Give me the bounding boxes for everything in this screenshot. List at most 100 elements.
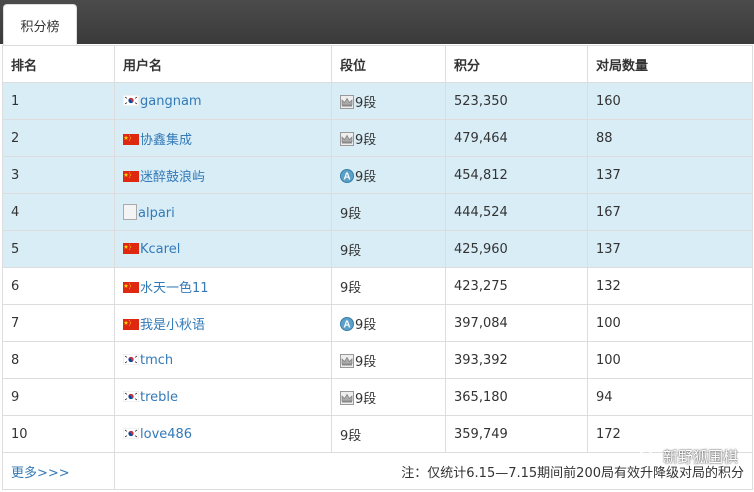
username-cell[interactable]: 水天一色11 bbox=[114, 267, 332, 305]
rank-cell: 8 bbox=[2, 341, 115, 379]
score-cell: 479,464 bbox=[445, 119, 588, 157]
tab-leaderboard[interactable]: 积分榜 bbox=[3, 4, 77, 45]
dan-label: 9段 bbox=[340, 280, 362, 296]
dan-cell: 9段 bbox=[331, 341, 446, 379]
username-cell[interactable]: 迷醉鼓浪屿 bbox=[114, 156, 332, 194]
watermark: 新野狐围棋 bbox=[639, 446, 738, 467]
china-flag-icon bbox=[123, 133, 139, 145]
score-cell: 444,524 bbox=[445, 193, 588, 231]
korea-flag-icon bbox=[123, 94, 139, 106]
username-cell[interactable]: tmch bbox=[114, 341, 332, 379]
games-cell: 137 bbox=[587, 230, 753, 268]
games-cell: 167 bbox=[587, 193, 753, 231]
broken-image-icon bbox=[123, 203, 137, 220]
dan-label: 9段 bbox=[355, 169, 377, 185]
score-cell: 523,350 bbox=[445, 82, 588, 120]
rank-cell: 9 bbox=[2, 378, 115, 416]
crown-rank-icon bbox=[340, 94, 354, 109]
dan-cell: A 9段 bbox=[331, 156, 446, 194]
score-cell: 425,960 bbox=[445, 230, 588, 268]
dan-label: 9段 bbox=[355, 132, 377, 148]
dan-cell: 9段 bbox=[331, 193, 446, 231]
username-cell[interactable]: 我是小秋语 bbox=[114, 304, 332, 342]
watermark-text: 新野狐围棋 bbox=[662, 448, 738, 466]
username-link[interactable]: alpari bbox=[138, 206, 175, 221]
svg-text:A: A bbox=[343, 171, 350, 182]
username-link[interactable]: 迷醉鼓浪屿 bbox=[140, 170, 205, 185]
rank-cell: 7 bbox=[2, 304, 115, 342]
table-row: 1 gangnam 9段 523,350 160 bbox=[2, 82, 753, 120]
username-cell[interactable]: 协鑫集成 bbox=[114, 119, 332, 157]
dan-label: 9段 bbox=[355, 391, 377, 407]
dan-cell: 9段 bbox=[331, 230, 446, 268]
score-cell: 423,275 bbox=[445, 267, 588, 305]
username-cell[interactable]: alpari bbox=[114, 193, 332, 231]
leaderboard-table: 排名 用户名 段位 积分 对局数量 1 gangnam 9段 523,350 160 2 协… bbox=[2, 45, 753, 490]
rank-cell: 10 bbox=[2, 415, 115, 453]
score-cell: 365,180 bbox=[445, 378, 588, 416]
dan-label: 9段 bbox=[355, 95, 377, 111]
crown-rank-icon bbox=[340, 390, 354, 405]
rank-cell: 6 bbox=[2, 267, 115, 305]
username-link[interactable]: tmch bbox=[140, 353, 173, 368]
rank-cell: 1 bbox=[2, 82, 115, 120]
dan-cell: 9段 bbox=[331, 119, 446, 157]
games-cell: 132 bbox=[587, 267, 753, 305]
dan-cell: 9段 bbox=[331, 415, 446, 453]
dan-cell: 9段 bbox=[331, 267, 446, 305]
table-row: 2 协鑫集成 9段 479,464 88 bbox=[2, 119, 753, 157]
more-link[interactable]: 更多>>> bbox=[2, 452, 115, 490]
table-row: 6 水天一色11 9段 423,275 132 bbox=[2, 267, 753, 305]
username-link[interactable]: gangnam bbox=[140, 94, 202, 109]
dan-label: 9段 bbox=[340, 428, 362, 444]
games-cell: 137 bbox=[587, 156, 753, 194]
games-cell: 88 bbox=[587, 119, 753, 157]
amateur-rank-icon: A bbox=[340, 316, 354, 331]
score-cell: 393,392 bbox=[445, 341, 588, 379]
china-flag-icon bbox=[123, 318, 139, 330]
svg-text:A: A bbox=[343, 319, 350, 330]
games-cell: 160 bbox=[587, 82, 753, 120]
amateur-rank-icon: A bbox=[340, 168, 354, 183]
score-cell: 359,749 bbox=[445, 415, 588, 453]
dan-label: 9段 bbox=[355, 317, 377, 333]
username-link[interactable]: love486 bbox=[140, 427, 192, 442]
username-link[interactable]: treble bbox=[140, 390, 178, 405]
dan-cell: 9段 bbox=[331, 82, 446, 120]
table-row: 8 tmch 9段 393,392 100 bbox=[2, 341, 753, 379]
table-row: 4 alpari 9段 444,524 167 bbox=[2, 193, 753, 231]
games-cell: 94 bbox=[587, 378, 753, 416]
wechat-icon bbox=[639, 449, 657, 464]
table-row: 5 Kcarel 9段 425,960 137 bbox=[2, 230, 753, 268]
table-row: 3 迷醉鼓浪屿 A 9段 454,812 137 bbox=[2, 156, 753, 194]
dan-label: 9段 bbox=[355, 354, 377, 370]
username-cell[interactable]: treble bbox=[114, 378, 332, 416]
china-flag-icon bbox=[123, 242, 139, 254]
rank-cell: 4 bbox=[2, 193, 115, 231]
header-username: 用户名 bbox=[114, 45, 332, 83]
header-row: 排名 用户名 段位 积分 对局数量 bbox=[2, 45, 753, 83]
rank-cell: 5 bbox=[2, 230, 115, 268]
username-cell[interactable]: gangnam bbox=[114, 82, 332, 120]
korea-flag-icon bbox=[123, 390, 139, 402]
dan-label: 9段 bbox=[340, 243, 362, 259]
games-cell: 100 bbox=[587, 341, 753, 379]
dan-cell: A 9段 bbox=[331, 304, 446, 342]
games-cell: 100 bbox=[587, 304, 753, 342]
header-score: 积分 bbox=[445, 45, 588, 83]
top-bar: 积分榜 bbox=[0, 0, 754, 45]
username-link[interactable]: 水天一色11 bbox=[140, 281, 209, 296]
header-dan: 段位 bbox=[331, 45, 446, 83]
username-link[interactable]: Kcarel bbox=[140, 242, 180, 257]
username-link[interactable]: 我是小秋语 bbox=[140, 318, 205, 333]
korea-flag-icon bbox=[123, 353, 139, 365]
dan-cell: 9段 bbox=[331, 378, 446, 416]
username-cell[interactable]: Kcarel bbox=[114, 230, 332, 268]
username-link[interactable]: 协鑫集成 bbox=[140, 133, 192, 148]
header-games: 对局数量 bbox=[587, 45, 753, 83]
score-cell: 454,812 bbox=[445, 156, 588, 194]
username-cell[interactable]: love486 bbox=[114, 415, 332, 453]
score-cell: 397,084 bbox=[445, 304, 588, 342]
crown-rank-icon bbox=[340, 131, 354, 146]
china-flag-icon bbox=[123, 170, 139, 182]
